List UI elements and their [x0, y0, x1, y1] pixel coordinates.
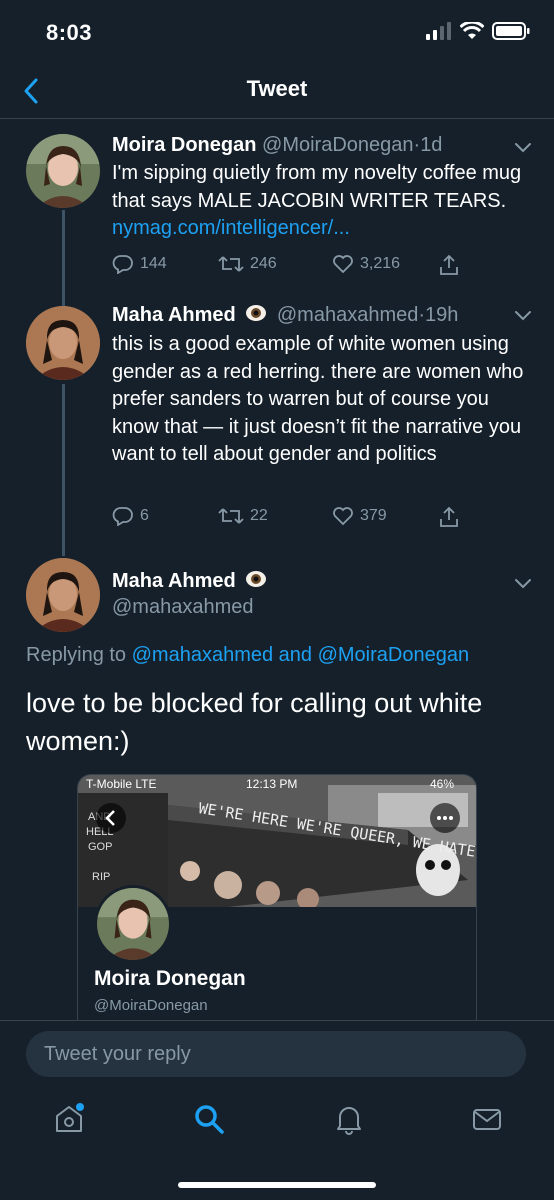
status-bar: 8:03 [0, 0, 554, 66]
share-icon [440, 254, 458, 275]
chevron-left-icon [105, 810, 115, 826]
tweet-age: 19h [425, 304, 459, 326]
like-button[interactable]: 379 [332, 506, 387, 526]
reply-button[interactable]: 144 [112, 254, 167, 274]
tab-bar [0, 1090, 554, 1160]
share-icon [440, 506, 458, 527]
embedded-handle: @MoiraDonegan [94, 997, 208, 1014]
tweet-actions: 144 246 3,216 [112, 254, 472, 280]
status-time: 8:03 [46, 20, 93, 45]
tweet-text: I'm sipping quietly from my novelty coff… [112, 160, 532, 243]
nav-bar: Tweet [0, 66, 554, 119]
share-button[interactable] [438, 254, 460, 276]
reply-count: 144 [140, 255, 167, 272]
reply-icon [112, 255, 133, 274]
like-count: 379 [360, 507, 387, 524]
user-handle[interactable]: @MoiraDonegan [262, 134, 414, 156]
search-icon[interactable] [192, 1102, 226, 1136]
user-handle[interactable]: @mahaxahmed [112, 596, 253, 619]
embedded-carrier: T-Mobile LTE [86, 777, 157, 791]
eye-emoji-icon [246, 305, 267, 321]
display-name[interactable]: Maha Ahmed [112, 570, 236, 592]
embedded-battery: 46% [429, 777, 454, 791]
display-name[interactable]: Maha Ahmed [112, 304, 236, 326]
tweet-maha[interactable]: Maha Ahmed @mahaxahmed·19h this is a goo… [0, 288, 554, 548]
replying-user-link[interactable]: @MoiraDonegan [318, 644, 470, 666]
embedded-media-card[interactable]: AND HELL GOP RIP WE'RE HERE WE'RE QUEER,… [77, 774, 477, 1021]
tweet-actions: 6 22 379 [112, 506, 472, 532]
reply-bar: Tweet your reply [0, 1020, 554, 1085]
tweet-text-content: I'm sipping quietly from my novelty coff… [112, 162, 522, 212]
tweet-header: Maha Ahmed [112, 568, 271, 593]
tweet-link[interactable]: nymag.com/intelligencer/... [112, 217, 350, 239]
chevron-down-icon[interactable] [514, 142, 532, 154]
svg-text:GOP: GOP [88, 841, 112, 853]
user-handle[interactable]: @mahaxahmed [277, 304, 418, 326]
tweet-moira[interactable]: Moira Donegan @MoiraDonegan·1d I'm sippi… [0, 118, 554, 288]
home-icon[interactable] [52, 1102, 86, 1136]
reply-input[interactable]: Tweet your reply [26, 1031, 526, 1077]
reply-count: 6 [140, 507, 149, 524]
svg-text:RIP: RIP [92, 871, 110, 883]
display-name[interactable]: Moira Donegan [112, 134, 256, 156]
messages-icon[interactable] [470, 1102, 504, 1136]
replying-and[interactable]: and [273, 644, 317, 666]
reply-button[interactable]: 6 [112, 506, 149, 526]
notifications-icon[interactable] [332, 1102, 366, 1136]
separator: · [418, 304, 426, 326]
retweet-count: 22 [250, 507, 268, 524]
like-button[interactable]: 3,216 [332, 254, 400, 274]
tweet-header: Moira Donegan @MoiraDonegan·1d [112, 134, 442, 157]
embedded-more-button[interactable] [430, 803, 460, 833]
signal-icon [426, 22, 451, 40]
replying-to: Replying to @mahaxahmed and @MoiraDonega… [26, 644, 469, 667]
chevron-down-icon[interactable] [514, 310, 532, 322]
embedded-display-name: Moira Donegan [94, 967, 246, 990]
page-title: Tweet [246, 76, 308, 101]
tweet-age: 1d [420, 134, 443, 156]
battery-icon [492, 22, 530, 40]
retweet-count: 246 [250, 255, 277, 272]
embedded-avatar [94, 885, 172, 963]
replying-user-link[interactable]: @mahaxahmed [132, 644, 273, 666]
avatar[interactable] [26, 134, 100, 208]
retweet-icon [218, 508, 244, 524]
more-icon [437, 816, 453, 820]
eye-emoji-icon [246, 571, 267, 587]
retweet-button[interactable]: 246 [218, 254, 277, 274]
status-icons [426, 22, 530, 40]
retweet-icon [218, 256, 244, 272]
heart-icon [333, 507, 353, 526]
tweet-text: this is a good example of white women us… [112, 333, 524, 465]
like-count: 3,216 [360, 255, 401, 272]
embedded-back-button[interactable] [96, 803, 126, 833]
avatar[interactable] [26, 306, 100, 380]
share-button[interactable] [438, 506, 460, 528]
retweet-button[interactable]: 22 [218, 506, 268, 526]
home-indicator [178, 1182, 376, 1188]
reply-icon [112, 507, 133, 526]
wifi-icon [460, 22, 484, 39]
tweet-header: Maha Ahmed @mahaxahmed·19h [112, 302, 458, 327]
embedded-status-bar: T-Mobile LTE 12:13 PM 46% [78, 775, 476, 793]
main-tweet-text: love to be blocked for calling out white… [26, 688, 483, 756]
avatar[interactable] [26, 558, 100, 632]
embedded-time: 12:13 PM [246, 777, 298, 791]
replying-prefix: Replying to [26, 644, 132, 666]
chevron-down-icon[interactable] [514, 578, 532, 590]
heart-icon [333, 255, 353, 274]
